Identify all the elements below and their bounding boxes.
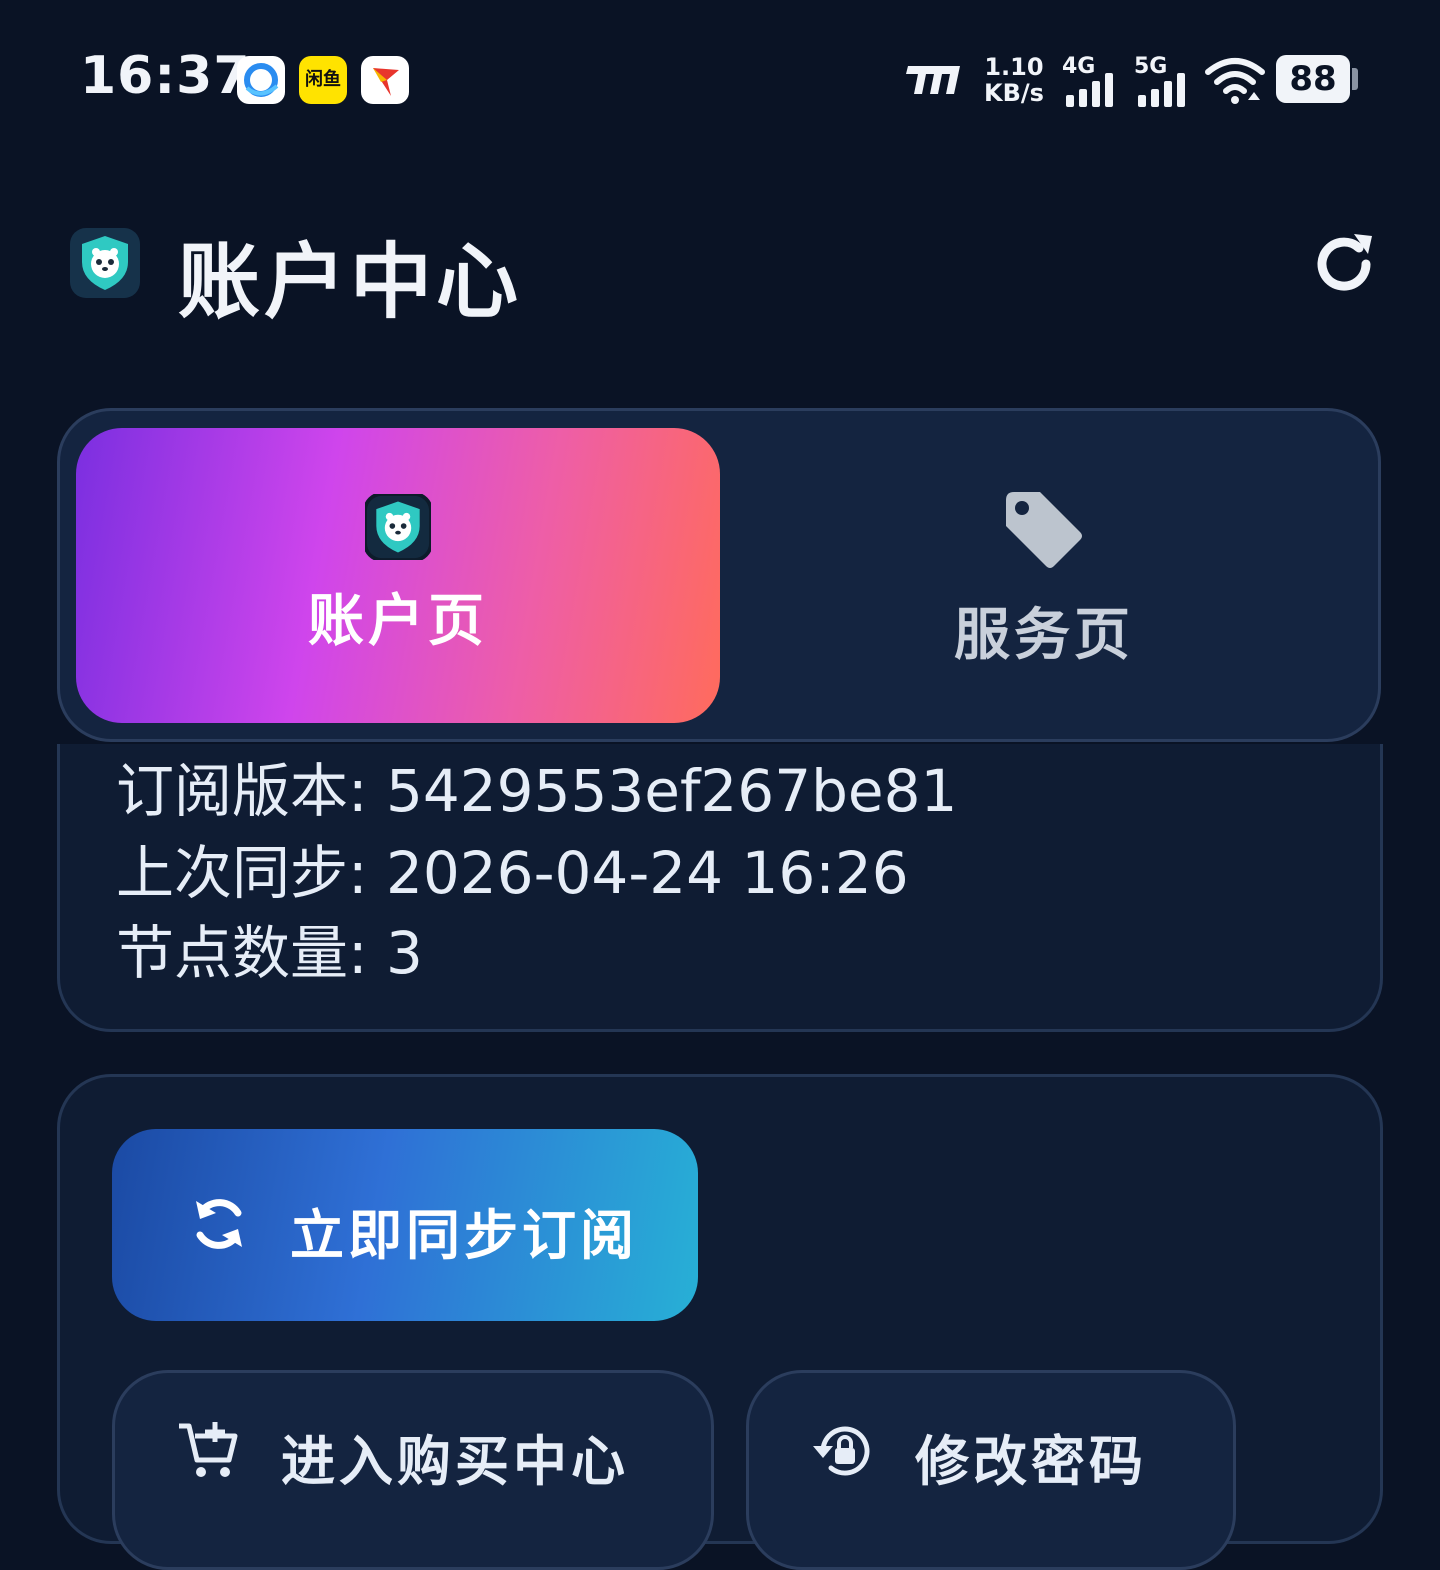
status-bar: 16:37 闲鱼 1.10 KB/s 4G 5G 88	[0, 0, 1440, 160]
net-speed-value: 1.10	[984, 53, 1044, 81]
lock-reset-icon	[811, 1418, 877, 1484]
page-title: 账户中心	[178, 235, 523, 330]
signal-brand-icon	[904, 60, 964, 104]
app-logo-icon	[70, 228, 140, 298]
signal-5g-icon: 5G	[1134, 54, 1185, 107]
tab-account[interactable]: 账户页	[76, 428, 720, 723]
sync-subscription-label: 立即同步订阅	[290, 1204, 638, 1267]
tab-service-label: 服务页	[954, 603, 1134, 668]
battery-icon: 88	[1276, 55, 1350, 103]
cart-add-icon	[175, 1418, 241, 1484]
tab-account-label: 账户页	[308, 589, 488, 654]
signal-4g-icon: 4G	[1062, 54, 1113, 107]
subscription-version: 订阅版本: 5429553ef267be81	[116, 757, 958, 825]
battery-tip	[1352, 68, 1358, 90]
refresh-button[interactable]	[1306, 226, 1382, 302]
flag-app-icon	[361, 56, 409, 104]
purchase-center-label: 进入购买中心	[281, 1430, 629, 1493]
sync-icon	[188, 1193, 250, 1255]
tag-icon	[1000, 486, 1084, 570]
xianyu-icon: 闲鱼	[299, 56, 347, 104]
network-speed: 1.10 KB/s	[984, 54, 1044, 106]
net-speed-unit: KB/s	[984, 79, 1044, 107]
wifi-icon	[1204, 56, 1266, 110]
change-password-label: 修改密码	[915, 1430, 1147, 1493]
tab-service[interactable]: 服务页	[724, 428, 1364, 723]
sync-subscription-button[interactable]: 立即同步订阅	[112, 1129, 698, 1321]
node-count: 节点数量: 3	[116, 919, 423, 987]
refresh-icon	[1317, 234, 1372, 291]
app-logo-icon	[363, 492, 433, 562]
last-sync-time: 上次同步: 2026-04-24 16:26	[116, 839, 909, 907]
qq-browser-icon	[237, 56, 285, 104]
change-password-button[interactable]: 修改密码	[746, 1370, 1236, 1570]
purchase-center-button[interactable]: 进入购买中心	[112, 1370, 714, 1570]
status-time: 16:37	[80, 46, 251, 106]
